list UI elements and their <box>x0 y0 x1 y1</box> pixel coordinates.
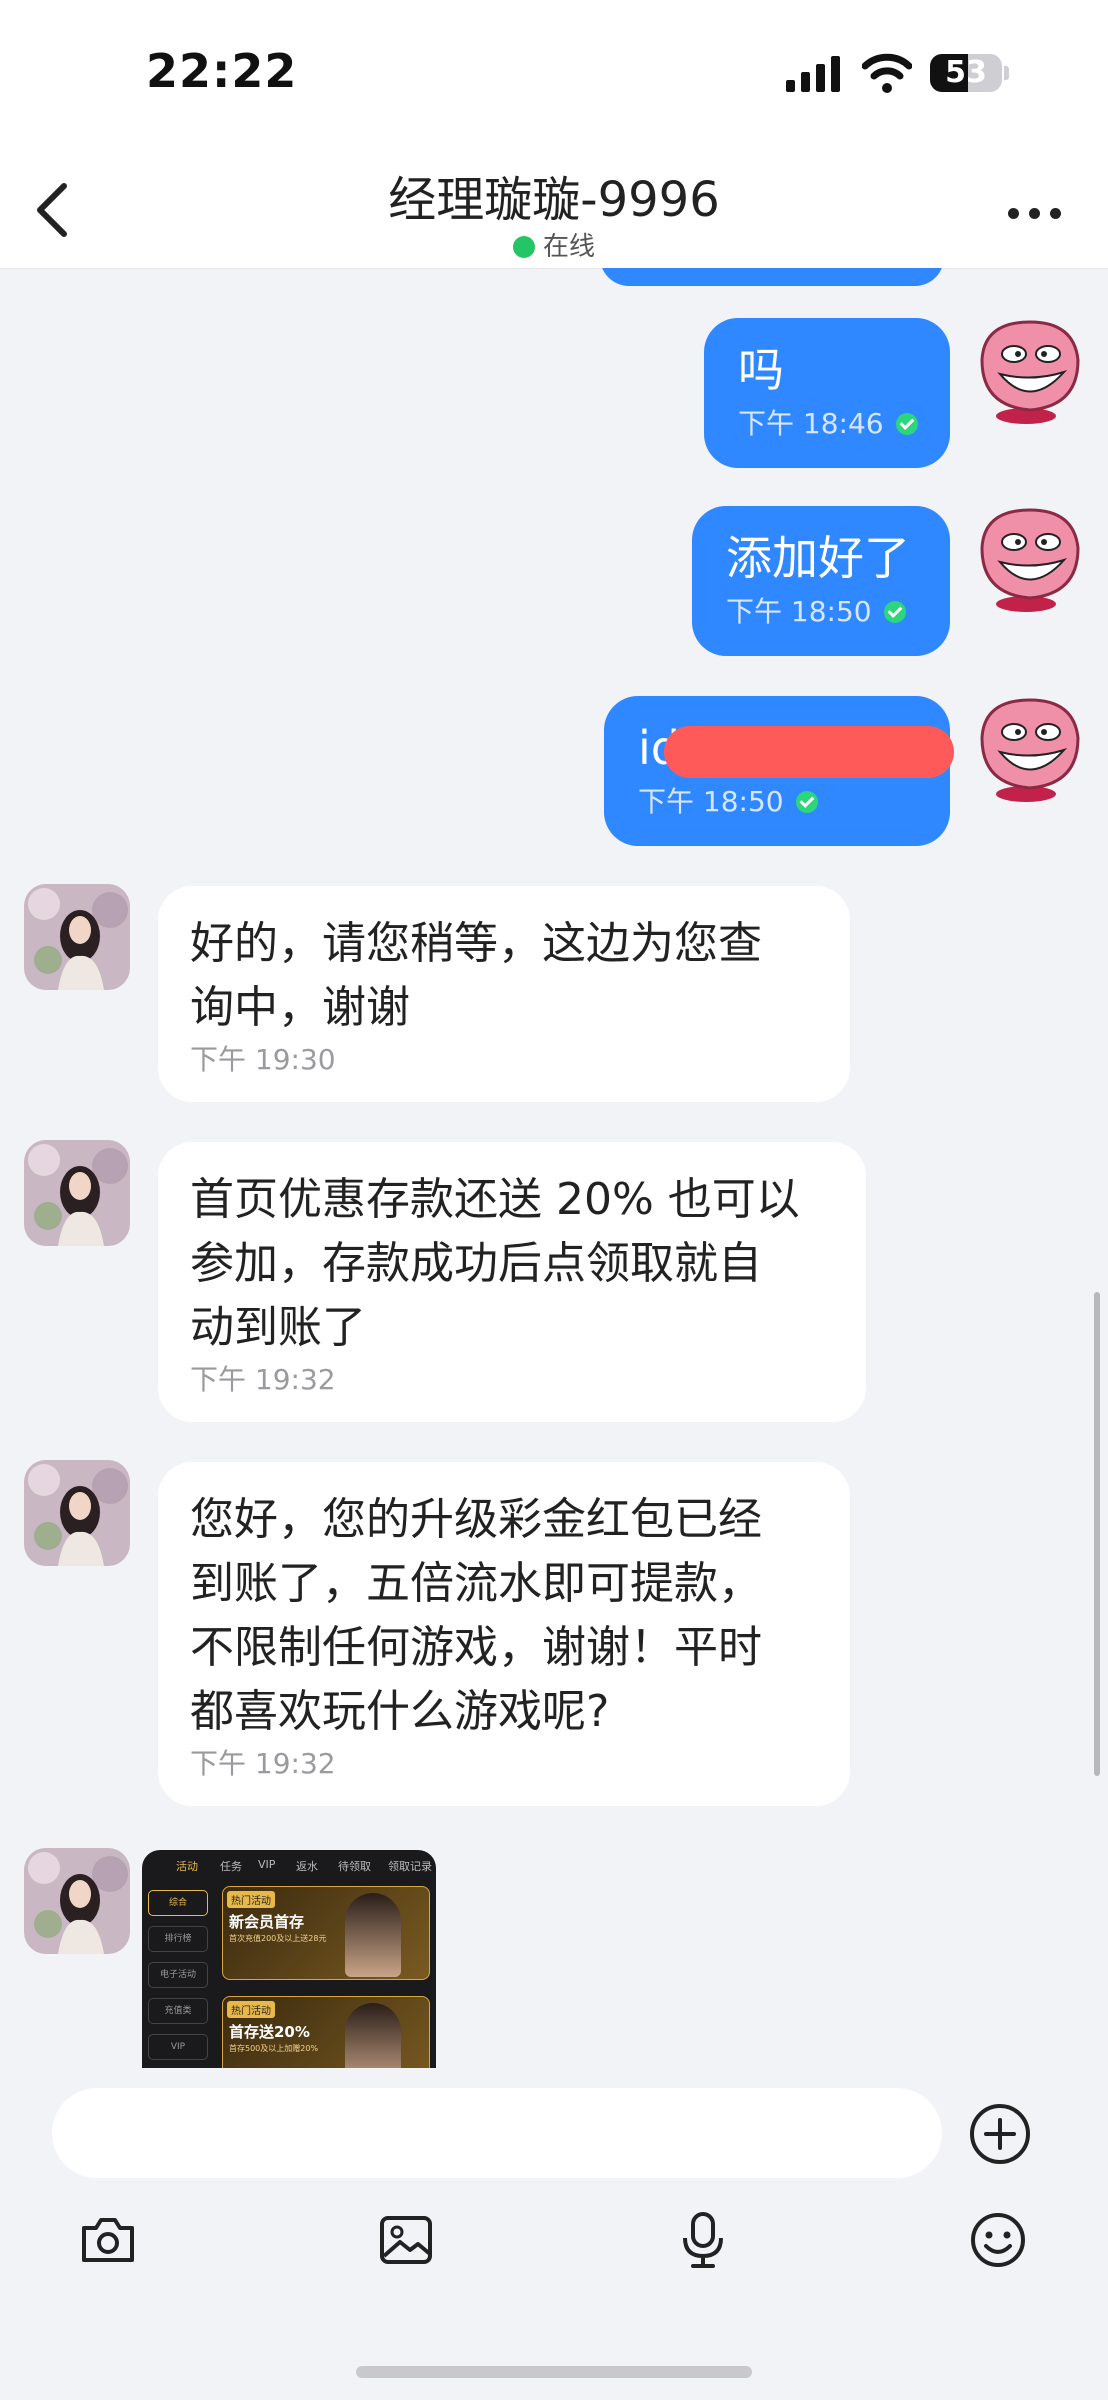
message-bubble-outgoing[interactable]: 吗 下午 18:46 <box>704 318 950 468</box>
image-tab: 待领取 <box>338 1860 371 1873</box>
agent-avatar-image <box>24 1848 130 1954</box>
image-tabs: 活动 任务 VIP 返水 待领取 领取记录 <box>142 1850 436 1878</box>
image-tab: 领取记录 <box>388 1860 432 1873</box>
image-side-item: 电子活动 <box>148 1962 208 1988</box>
image-banner: 热门活动 新会员首存 首次充值200及以上送28元 <box>222 1886 430 1980</box>
previous-message-bubble[interactable] <box>600 268 944 286</box>
message-time: 下午 18:50 <box>726 595 872 628</box>
chat-title: 经理璇璇-9996 <box>388 172 720 228</box>
message-line: 参加，存款成功后点领取就自 <box>190 1238 762 1289</box>
plus-icon[interactable] <box>968 2102 1032 2166</box>
banner-subtitle: 首存500及以上加赠20% <box>229 2044 319 2053</box>
message-line: 首页优惠存款还送 20% 也可以 <box>190 1174 800 1225</box>
banner-tag: 热门活动 <box>227 1891 275 1908</box>
emoji-icon[interactable] <box>968 2210 1028 2270</box>
message-time: 下午 19:30 <box>190 1043 336 1076</box>
banner-model-image <box>345 2003 401 2068</box>
agent-avatar-image <box>24 884 130 990</box>
banner-tag: 热门活动 <box>227 2001 275 2018</box>
wifi-icon <box>862 53 912 93</box>
online-label: 在线 <box>542 232 595 262</box>
agent-avatar-image <box>24 1140 130 1246</box>
message-text: 添加好了 <box>726 531 910 585</box>
user-avatar[interactable] <box>974 504 1084 612</box>
camera-icon[interactable] <box>78 2210 138 2270</box>
online-status: 在线 <box>0 226 1108 263</box>
image-tab: VIP <box>258 1858 276 1871</box>
banner-subtitle: 首次充值200及以上送28元 <box>229 1934 327 1943</box>
message-text: 首页优惠存款还送 20% 也可以 参加，存款成功后点领取就自 动到账了 <box>190 1168 834 1360</box>
message-bubble-incoming[interactable]: 好的，请您稍等，这边为您查 询中，谢谢 下午 19:30 <box>158 886 850 1102</box>
message-bubble-outgoing[interactable]: 添加好了 下午 18:50 <box>692 506 950 656</box>
status-time: 22:22 <box>146 44 298 98</box>
image-side-item: VIP <box>148 2034 208 2060</box>
image-side-item: 综合 <box>148 1890 208 1916</box>
message-meta: 下午 18:50 <box>726 590 916 630</box>
banner-model-image <box>345 1893 401 1977</box>
message-text: 好的，请您稍等，这边为您查 询中，谢谢 <box>190 912 818 1040</box>
agent-avatar[interactable] <box>24 884 130 990</box>
chat-message-list[interactable]: 吗 下午 18:46 添加好了 下午 18:50 id 下午 18:50 好的，… <box>0 268 1108 2068</box>
agent-avatar[interactable] <box>24 1140 130 1246</box>
image-tab: 返水 <box>296 1860 318 1873</box>
image-tab: 活动 <box>176 1860 198 1873</box>
user-avatar[interactable] <box>974 316 1084 424</box>
image-icon[interactable] <box>376 2210 436 2270</box>
message-text: 吗 <box>738 343 784 397</box>
message-line: 都喜欢玩什么游戏呢? <box>190 1686 610 1737</box>
message-time: 下午 18:46 <box>738 407 884 440</box>
banner-title: 首存送20% <box>229 2023 310 2041</box>
battery-percent: 53 <box>945 55 987 90</box>
status-bar: 22:22 53 <box>0 0 1108 150</box>
message-line: 不限制任何游戏，谢谢！平时 <box>190 1622 762 1673</box>
online-dot-icon <box>512 236 535 258</box>
message-time: 下午 19:32 <box>190 1747 336 1780</box>
message-input[interactable] <box>52 2088 942 2178</box>
message-line: 动到账了 <box>190 1302 366 1353</box>
message-line: 好的，请您稍等，这边为您查 <box>190 918 762 969</box>
image-message[interactable]: 活动 任务 VIP 返水 待领取 领取记录 综合 排行榜 电子活动 充值类 VI… <box>142 1850 436 2068</box>
agent-avatar[interactable] <box>24 1848 130 1954</box>
more-icon[interactable] <box>1008 204 1062 220</box>
message-line: 到账了，五倍流水即可提款， <box>190 1558 762 1609</box>
message-line: 您好，您的升级彩金红包已经 <box>190 1494 762 1545</box>
check-icon <box>883 601 906 623</box>
message-text: 您好，您的升级彩金红包已经 到账了，五倍流水即可提款， 不限制任何游戏，谢谢！平… <box>190 1488 818 1744</box>
image-tab: 任务 <box>220 1860 242 1873</box>
message-time: 下午 18:50 <box>638 785 784 818</box>
check-icon <box>795 791 818 813</box>
home-indicator[interactable] <box>356 2366 752 2378</box>
check-icon <box>895 413 918 435</box>
user-avatar[interactable] <box>974 694 1084 802</box>
banner-title: 新会员首存 <box>229 1913 305 1931</box>
microphone-icon[interactable] <box>673 2210 733 2270</box>
message-meta: 下午 18:46 <box>738 402 918 442</box>
redaction-mark <box>664 726 954 778</box>
image-side-item: 充值类 <box>148 1998 208 2024</box>
agent-avatar-image <box>24 1460 130 1566</box>
image-sidebar: 综合 排行榜 电子活动 充值类 VIP <box>148 1890 208 2068</box>
message-bubble-incoming[interactable]: 您好，您的升级彩金红包已经 到账了，五倍流水即可提款， 不限制任何游戏，谢谢！平… <box>158 1462 850 1806</box>
cellular-signal-icon <box>786 56 840 92</box>
agent-avatar[interactable] <box>24 1460 130 1566</box>
message-time: 下午 19:32 <box>190 1363 336 1396</box>
message-line: 询中，谢谢 <box>190 982 410 1033</box>
scrollbar[interactable] <box>1094 1292 1100 1776</box>
chat-header: 经理璇璇-9996 在线 <box>0 150 1108 269</box>
battery-icon: 53 <box>930 54 1010 92</box>
image-side-item: 排行榜 <box>148 1926 208 1952</box>
image-banner: 热门活动 首存送20% 首存500及以上加赠20% <box>222 1996 430 2068</box>
message-meta: 下午 18:50 <box>638 780 916 820</box>
message-bubble-outgoing[interactable]: id 下午 18:50 <box>604 696 954 846</box>
message-bubble-incoming[interactable]: 首页优惠存款还送 20% 也可以 参加，存款成功后点领取就自 动到账了 下午 1… <box>158 1142 866 1422</box>
